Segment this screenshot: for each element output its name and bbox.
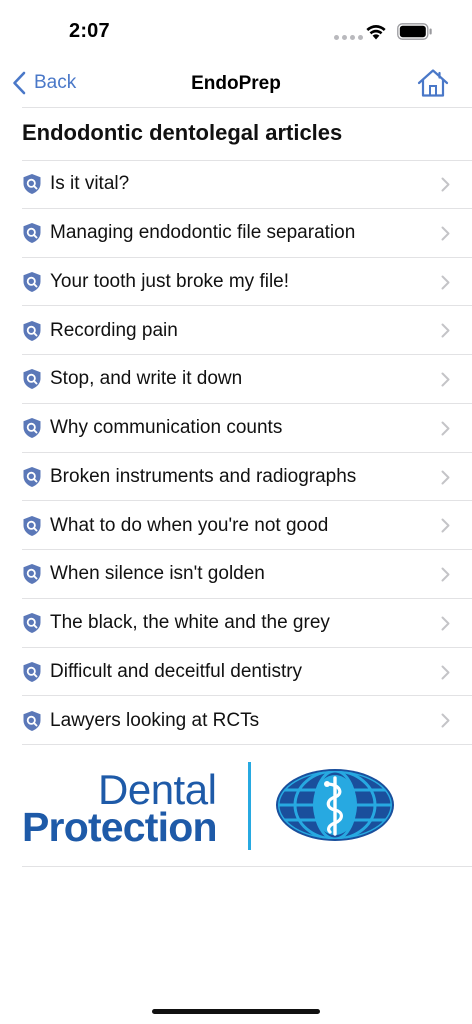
shield-search-icon — [23, 710, 41, 731]
chevron-right-icon — [441, 665, 450, 679]
status-time: 2:07 — [69, 20, 110, 42]
list-item-article-10[interactable]: The black, the white and the grey — [0, 599, 472, 648]
shield-search-icon — [23, 613, 41, 634]
list-item-article-7[interactable]: Broken instruments and radiographs — [0, 453, 472, 502]
logo-text-protection: Protection — [22, 804, 218, 850]
chevron-right-icon — [441, 518, 450, 533]
dental-protection-logo: Dental Protection — [22, 758, 442, 854]
chevron-right-icon — [441, 372, 450, 387]
section-title: Endodontic dentolegal articles — [22, 120, 343, 145]
page-title: EndoPrep — [191, 73, 281, 94]
article-title: Managing endodontic file separation — [50, 222, 356, 244]
list-item-article-5[interactable]: Stop, and write it down — [0, 355, 472, 404]
shield-search-icon — [23, 418, 41, 439]
shield-search-icon — [23, 369, 41, 390]
shield-search-icon — [23, 320, 41, 341]
app-screen: 2:07 Back EndoPrep Endodontic dentolegal… — [0, 0, 472, 1024]
chevron-right-icon — [441, 226, 450, 241]
chevron-right-icon — [441, 713, 450, 728]
article-title: Stop, and write it down — [50, 368, 243, 390]
logo-divider — [22, 866, 472, 867]
chevron-right-icon — [441, 470, 450, 484]
logo-divider-bar — [248, 762, 251, 850]
nav-divider — [22, 107, 472, 108]
article-title: Your tooth just broke my file! — [50, 270, 290, 292]
status-bar: 2:07 — [0, 0, 472, 62]
home-button[interactable] — [417, 68, 449, 103]
shield-search-icon — [23, 271, 41, 292]
globe-caduceus-icon — [276, 769, 394, 841]
chevron-right-icon — [441, 177, 450, 192]
navigation-bar: Back EndoPrep — [0, 62, 472, 108]
list-item-article-1[interactable]: Is it vital? — [0, 160, 472, 209]
shield-search-icon — [23, 174, 41, 195]
shield-search-icon — [23, 466, 41, 487]
list-item-article-9[interactable]: When silence isn't golden — [0, 550, 472, 599]
list-item-article-4[interactable]: Recording pain — [0, 306, 472, 355]
chevron-right-icon — [441, 421, 450, 436]
article-title: Why communication counts — [50, 417, 283, 439]
article-title: What to do when you're not good — [50, 514, 329, 536]
wifi-icon — [366, 25, 386, 40]
article-title: Broken instruments and radiographs — [50, 465, 357, 487]
home-indicator[interactable] — [152, 1009, 320, 1014]
article-list: Is it vital? Managing endodontic file se… — [0, 160, 472, 745]
article-title: Is it vital? — [50, 173, 130, 195]
shield-search-icon — [23, 661, 41, 682]
list-item-article-3[interactable]: Your tooth just broke my file! — [0, 258, 472, 307]
list-item-article-6[interactable]: Why communication counts — [0, 404, 472, 453]
article-title: When silence isn't golden — [50, 563, 265, 585]
chevron-right-icon — [441, 323, 450, 338]
list-item-article-12[interactable]: Lawyers looking at RCTs — [0, 696, 472, 745]
shield-search-icon — [23, 223, 41, 244]
shield-search-icon — [23, 515, 41, 536]
chevron-right-icon — [441, 567, 450, 582]
list-item-article-11[interactable]: Difficult and deceitful dentistry — [0, 648, 472, 697]
article-title: Difficult and deceitful dentistry — [50, 660, 303, 682]
shield-search-icon — [23, 564, 41, 585]
home-icon — [417, 69, 449, 97]
article-title: Lawyers looking at RCTs — [50, 709, 260, 731]
chevron-right-icon — [441, 275, 450, 289]
article-title: Recording pain — [50, 319, 178, 341]
list-item-article-2[interactable]: Managing endodontic file separation — [0, 209, 472, 258]
cellular-signal-icon — [334, 35, 363, 40]
chevron-right-icon — [441, 616, 450, 631]
article-title: The black, the white and the grey — [50, 612, 330, 634]
battery-icon — [397, 23, 432, 40]
list-item-article-8[interactable]: What to do when you're not good — [0, 501, 472, 550]
